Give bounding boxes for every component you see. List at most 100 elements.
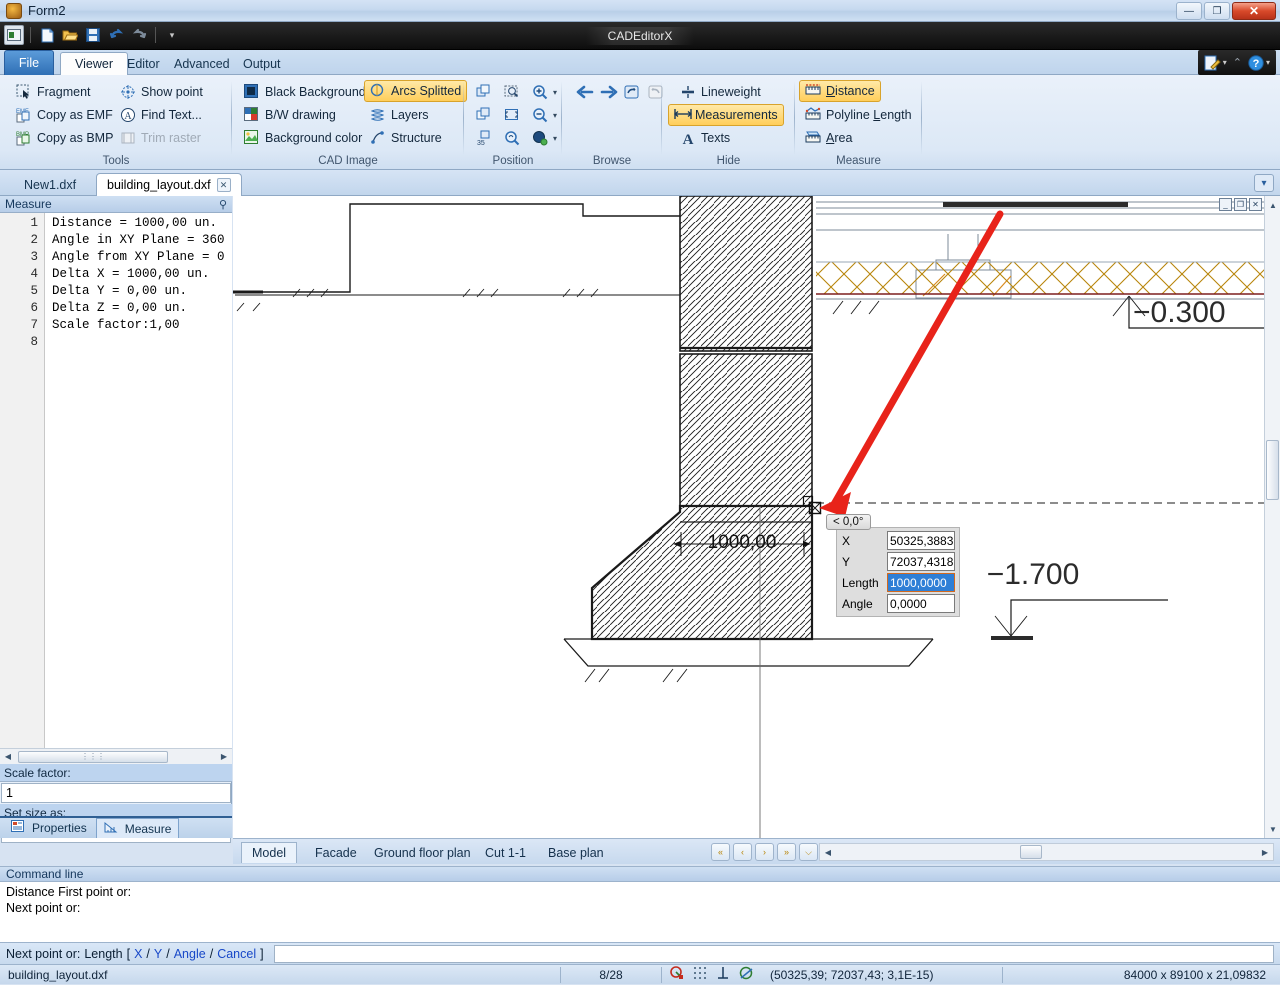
canvas-horizontal-scrollbar[interactable]: ◀ ▶	[819, 843, 1274, 861]
scroll-up-icon[interactable]: ▲	[1266, 198, 1280, 212]
ribbon-item-measurements[interactable]: Measurements	[668, 104, 784, 126]
command-option-angle[interactable]: Angle	[174, 947, 206, 961]
ribbon-item-label: Lineweight	[701, 85, 761, 99]
ribbon-item-pan[interactable]	[470, 81, 498, 103]
app-menu-icon[interactable]	[4, 25, 24, 45]
layout-tab-cut-1-1[interactable]: Cut 1-1	[475, 842, 536, 863]
ribbon-item-rotate-35[interactable]: 35	[470, 127, 498, 149]
ribbon-item-show-point[interactable]: Show point	[114, 81, 209, 103]
otrack-icon[interactable]	[739, 966, 754, 983]
layout-list-button[interactable]: ⌵	[799, 843, 818, 861]
dock-tab-label: Measure	[124, 821, 172, 836]
ortho-icon[interactable]	[716, 966, 730, 983]
undo-icon[interactable]	[106, 25, 126, 45]
scroll-left-icon[interactable]: ◀	[821, 845, 835, 859]
help-icon[interactable]: ? ▾	[1248, 54, 1270, 71]
hscroll-thumb[interactable]	[1020, 845, 1042, 859]
ribbon-item-area[interactable]: Area	[799, 127, 858, 149]
document-tab-label: New1.dxf	[24, 177, 77, 192]
properties-icon	[11, 820, 27, 836]
ribbon-item-lineweight[interactable]: Lineweight	[674, 81, 767, 103]
command-option-y[interactable]: Y	[154, 947, 162, 961]
ribbon-item-background-color[interactable]: Background color	[238, 127, 368, 149]
customize-toolbar-icon[interactable]: ▾	[162, 25, 182, 45]
coord-x-input[interactable]: 50325,3883	[887, 531, 955, 550]
ribbon-item-copy-as-emf[interactable]: EMF Copy as EMF	[10, 104, 119, 126]
grid-snap-icon[interactable]	[693, 966, 707, 983]
ribbon-item-zoom-out[interactable]: ▾	[526, 104, 563, 126]
ribbon-item-texts[interactable]: A Texts	[674, 127, 736, 149]
coord-angle-input[interactable]: 0,0000	[887, 594, 955, 613]
document-tab-overflow-button[interactable]: ▾	[1254, 174, 1274, 192]
coord-y-input[interactable]: 72037,4318	[887, 552, 955, 571]
ribbon-item-distance[interactable]: Distance	[799, 80, 881, 102]
scroll-left-icon[interactable]: ◀	[0, 750, 16, 764]
window-title-bar: Form2 — ❐ ✕	[0, 0, 1280, 22]
ribbon-item-structure[interactable]: Structure	[364, 127, 448, 149]
ribbon-item-view-style[interactable]: ▾	[526, 127, 563, 149]
measure-results-list[interactable]: 1 Distance = 1000,00 un. 2 Angle in XY Pla…	[0, 213, 232, 748]
open-file-icon[interactable]	[60, 25, 80, 45]
close-tab-icon[interactable]: ✕	[216, 178, 231, 192]
mdi-close-button[interactable]: ✕	[1249, 198, 1262, 211]
document-tab-new1[interactable]: New1.dxf	[14, 173, 86, 196]
ribbon-tab-output[interactable]: Output	[229, 52, 295, 75]
command-input-field[interactable]	[273, 944, 1274, 963]
command-option-cancel[interactable]: Cancel	[217, 947, 256, 961]
coordinate-entry-box[interactable]: X 50325,3883 Y 72037,4318 Length 1000,00…	[836, 527, 960, 617]
ribbon-item-bw-drawing[interactable]: B/W drawing	[238, 104, 342, 126]
ribbon-item-zoom-previous[interactable]	[498, 127, 526, 149]
osnap-icon[interactable]	[670, 966, 684, 983]
ribbon-item-copy-as-bmp[interactable]: BMP Copy as BMP	[10, 127, 119, 149]
canvas-vertical-scrollbar[interactable]: ▲ ▼	[1264, 196, 1280, 838]
document-tab-building-layout[interactable]: building_layout.dxf ✕	[96, 173, 242, 196]
close-button[interactable]: ✕	[1232, 2, 1276, 20]
dock-tab-measure[interactable]: Measure	[95, 818, 180, 838]
cad-drawing-canvas[interactable]: −0.300 1000,00 −1.700	[233, 196, 1280, 838]
ribbon-group-hide: Lineweight Measurements A Texts Hide	[662, 75, 795, 170]
layout-tab-model[interactable]: Model	[241, 842, 298, 863]
edit-style-dropdown[interactable]: ▾	[1204, 55, 1227, 71]
ribbon-item-arcs-splitted[interactable]: Arcs Splitted	[364, 80, 468, 102]
layout-tab-facade[interactable]: Facade	[305, 842, 367, 863]
prev-layout-button[interactable]: ‹	[733, 843, 752, 861]
minimize-button[interactable]: —	[1176, 2, 1202, 20]
collapse-ribbon-icon[interactable]: ⌃	[1233, 56, 1242, 69]
layout-tab-ground-floor-plan[interactable]: Ground floor plan	[364, 842, 481, 863]
scroll-down-icon[interactable]: ▼	[1266, 822, 1280, 836]
layout-tab-base-plan[interactable]: Base plan	[538, 842, 614, 863]
ribbon-item-zoom-window[interactable]	[498, 81, 526, 103]
ribbon-item-zoom-extents[interactable]	[498, 104, 526, 126]
vscroll-thumb[interactable]	[1266, 440, 1279, 500]
next-layout-button[interactable]: ›	[755, 843, 774, 861]
dock-tab-properties[interactable]: Properties	[4, 818, 94, 838]
mdi-restore-button[interactable]: ❐	[1234, 198, 1247, 211]
scale-factor-input[interactable]: 1	[1, 783, 231, 803]
ribbon-item-fragment[interactable]: Fragment	[10, 81, 97, 103]
ribbon-item-polyline-length[interactable]: Polyline Length	[799, 104, 918, 126]
coord-length-input[interactable]: 1000,0000	[887, 573, 955, 592]
first-layout-button[interactable]: «	[711, 843, 730, 861]
ribbon-item-black-background[interactable]: Black Background	[238, 81, 372, 103]
measure-panel-hscrollbar[interactable]: ◀ ⋮⋮⋮ ▶	[0, 748, 232, 764]
ribbon-item-fit-page[interactable]	[470, 104, 498, 126]
measurements-icon	[673, 107, 693, 123]
ribbon-tab-file[interactable]: File	[4, 50, 54, 75]
ribbon-item-trim-raster[interactable]: Trim raster	[114, 127, 207, 149]
redo-icon[interactable]	[129, 25, 149, 45]
save-file-icon[interactable]	[83, 25, 103, 45]
ribbon-item-zoom-in[interactable]: ▾	[526, 81, 563, 103]
command-option-x[interactable]: X	[134, 947, 142, 961]
pin-panel-icon[interactable]: ⚲	[219, 198, 227, 211]
ribbon-item-find-text[interactable]: A Find Text...	[114, 104, 208, 126]
scroll-right-icon[interactable]: ▶	[1258, 845, 1272, 859]
new-file-icon[interactable]	[37, 25, 57, 45]
last-layout-button[interactable]: »	[777, 843, 796, 861]
hscroll-thumb[interactable]: ⋮⋮⋮	[18, 750, 168, 763]
maximize-button[interactable]: ❐	[1204, 2, 1230, 20]
mdi-minimize-button[interactable]: _	[1219, 198, 1232, 211]
coord-label: Y	[842, 554, 851, 569]
scroll-right-icon[interactable]: ▶	[216, 750, 232, 764]
ribbon-item-layers[interactable]: Layers	[364, 104, 435, 126]
ribbon-group-label: Tools	[102, 155, 130, 167]
